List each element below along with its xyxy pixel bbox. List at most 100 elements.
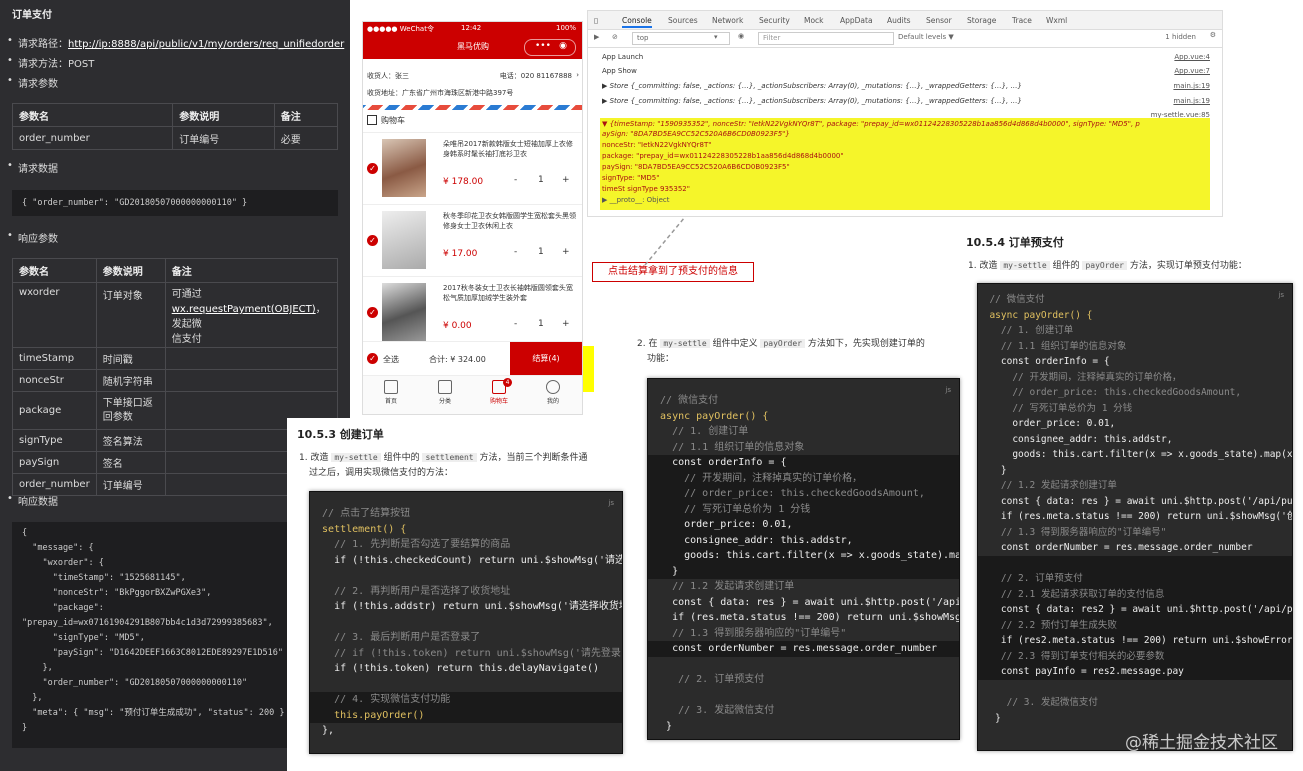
table-row: timeStamp 时间戳 [12, 347, 339, 370]
list-item[interactable]: ✓ 朵唯吊2017新款韩版女士短袖加厚上衣修身韩系时髦长袖打底衫卫衣 ¥ 178… [363, 133, 582, 205]
code-line: const orderInfo = { [648, 455, 959, 471]
code-line: // 1. 先判断是否勾选了要结算的商品 [310, 539, 511, 550]
plus-button[interactable]: + [562, 319, 570, 329]
section-title: 10.5.3 创建订单 [297, 428, 384, 441]
code-line: consignee_addr: this.addstr, [978, 433, 1173, 445]
tab-mock[interactable]: Mock [804, 16, 824, 25]
select-all-checkbox[interactable]: ✓ [367, 353, 378, 364]
list-item[interactable]: ✓ 秋冬季印花卫衣女韩版圆学生宽松套头黑领修身女士卫衣休闲上衣 ¥ 17.00 … [363, 205, 582, 277]
log-line[interactable]: ▶ Store {_committing: false, _actions: {… [602, 82, 1022, 90]
tab-my[interactable]: 我的 [533, 380, 573, 405]
clear-console-icon[interactable]: ⊘ [612, 33, 618, 41]
devtools-menu-icon[interactable]: ▯ [594, 16, 598, 25]
settle-button[interactable]: 结算(4) [510, 342, 582, 376]
checked-icon[interactable]: ✓ [367, 235, 378, 246]
code-block-payorder-create: js // 微信支付 async payOrder() { // 1. 创建订单… [647, 378, 960, 740]
code-line: const { data: res } = await uni.$http.po… [672, 596, 960, 608]
code-line: // 1.2 发起请求创建订单 [978, 480, 1117, 491]
tab-storage[interactable]: Storage [967, 16, 996, 25]
code-line: // 1. 创建订单 [648, 426, 749, 437]
address-box[interactable]: 收货人：张三 电话：020 81167888 › 收货地址：广东省广州市海珠区新… [363, 59, 582, 105]
code-line: // 4. 实现微信支付功能 [310, 692, 622, 708]
code-line: // 2. 订单预支付 [648, 674, 765, 685]
levels-select[interactable]: Default levels ▼ [898, 33, 954, 41]
log-source-link[interactable]: App.vue:4 [1174, 53, 1210, 61]
quantity-stepper[interactable]: -1 + [510, 317, 574, 333]
filter-input[interactable]: Filter [758, 32, 894, 45]
goods-image [382, 139, 426, 197]
gear-icon[interactable]: ⚙ [1210, 31, 1216, 39]
code-line: const { data: res } = await uni.$http.po… [1000, 495, 1293, 507]
hidden-count: 1 hidden [1165, 33, 1196, 41]
user-icon [546, 380, 560, 394]
tab-home[interactable]: 首页 [371, 380, 411, 405]
plus-button[interactable]: + [562, 175, 570, 185]
tab-appdata[interactable]: AppData [840, 16, 873, 25]
tab-cart[interactable]: 购物车 4 [479, 378, 519, 405]
table-header: 参数名 [11, 103, 174, 127]
quantity-stepper[interactable]: -1 + [510, 245, 574, 261]
tab-category[interactable]: 分类 [425, 380, 465, 405]
tab-audits[interactable]: Audits [887, 16, 911, 25]
plus-button[interactable]: + [562, 247, 570, 257]
code-line: if (res.meta.status !== 200) return uni.… [1000, 511, 1292, 522]
quantity-stepper[interactable]: -1 + [510, 173, 574, 189]
play-icon[interactable]: ▶ [594, 33, 599, 41]
code-line: if (res2.meta.status !== 200) return uni… [978, 633, 1292, 649]
capsule-menu[interactable]: ••• ◉ [524, 39, 576, 56]
api-path-link[interactable]: http://ip:8888/api/public/v1/my/orders/r… [68, 39, 344, 50]
log-line[interactable]: ▶ Store {_committing: false, _actions: {… [602, 97, 1022, 105]
code-line: if (res.meta.status !== 200) return uni.… [672, 612, 959, 623]
more-icon[interactable]: ••• [535, 41, 551, 51]
minus-button[interactable]: - [514, 175, 517, 185]
tab-network[interactable]: Network [712, 16, 743, 25]
list-item[interactable]: ✓ 2017秋冬装女士卫衣长袖韩版圆领套头宽松气质加厚加绒学生装外套 ¥ 0.0… [363, 277, 582, 349]
log-source-link[interactable]: main.js:19 [1173, 82, 1210, 90]
request-data-code: { "order_number": "GD2018050700000000011… [12, 190, 338, 216]
close-miniprogram-icon[interactable]: ◉ [559, 41, 567, 51]
code-line: // order_price: this.checkedGoodsAmount, [648, 486, 959, 502]
log-source-link[interactable]: App.vue:7 [1174, 67, 1210, 75]
code-line: if (!this.addstr) return uni.$showMsg('请… [334, 601, 622, 612]
code-line: // 3. 发起微信支付 [648, 705, 775, 716]
tab-sensor[interactable]: Sensor [926, 16, 952, 25]
log-line: App Launch [602, 53, 644, 61]
code-line: const { data: res2 } = await uni.$http.p… [978, 602, 1292, 618]
tab-wxml[interactable]: Wxml [1046, 16, 1067, 25]
checked-icon[interactable]: ✓ [367, 307, 378, 318]
nav-bar: 黑马优购 ••• ◉ [363, 35, 582, 59]
minus-button[interactable]: - [514, 247, 517, 257]
tab-console[interactable]: Console [622, 16, 652, 28]
tab-security[interactable]: Security [759, 16, 790, 25]
tab-sources[interactable]: Sources [668, 16, 698, 25]
category-icon [438, 380, 452, 394]
tab-trace[interactable]: Trace [1012, 16, 1032, 25]
code-line: settlement() { [310, 523, 407, 535]
code-line: // 微信支付 [978, 294, 1045, 305]
code-line: async payOrder() { [978, 309, 1093, 321]
minus-button[interactable]: - [514, 319, 517, 329]
code-line: } [978, 712, 1001, 724]
request-data-label: 请求数据 [7, 160, 58, 175]
section-paragraph-payorder: 2. 在 my-settle 组件中定义 payOrder 方法如下，先实现创建… [637, 339, 925, 364]
code-line: // 1.1 组织订单的信息对象 [648, 441, 805, 453]
code-line: order_price: 0.01, [978, 418, 1116, 429]
log-source-link[interactable]: main.js:19 [1173, 97, 1210, 105]
phone-simulator: ●●●●● WeChat令 12:42 100% 黑马优购 ••• ◉ 收货人：… [362, 21, 583, 415]
checked-icon[interactable]: ✓ [367, 163, 378, 174]
code-lines: // 微信支付 async payOrder() { // 1. 创建订单 //… [978, 292, 1292, 726]
response-params-label: 响应参数 [7, 230, 58, 245]
code-block-payorder-prepay: js // 微信支付 async payOrder() { // 1. 创建订单… [977, 283, 1293, 751]
log-object[interactable]: ▼ {timeStamp: "1590935352", nonceStr: "I… [602, 120, 1140, 128]
wx-request-payment-link[interactable]: wx.requestPayment(OBJECT) [172, 304, 316, 315]
api-method: 请求方法：POST [7, 55, 94, 70]
code-line: // 2. 订单预支付 [978, 571, 1292, 587]
code-line: } [648, 563, 959, 579]
code-line: // order_price: this.checkedGoodsAmount, [978, 387, 1242, 398]
eye-icon[interactable]: ◉ [738, 32, 744, 40]
log-line: App Show [602, 67, 637, 75]
